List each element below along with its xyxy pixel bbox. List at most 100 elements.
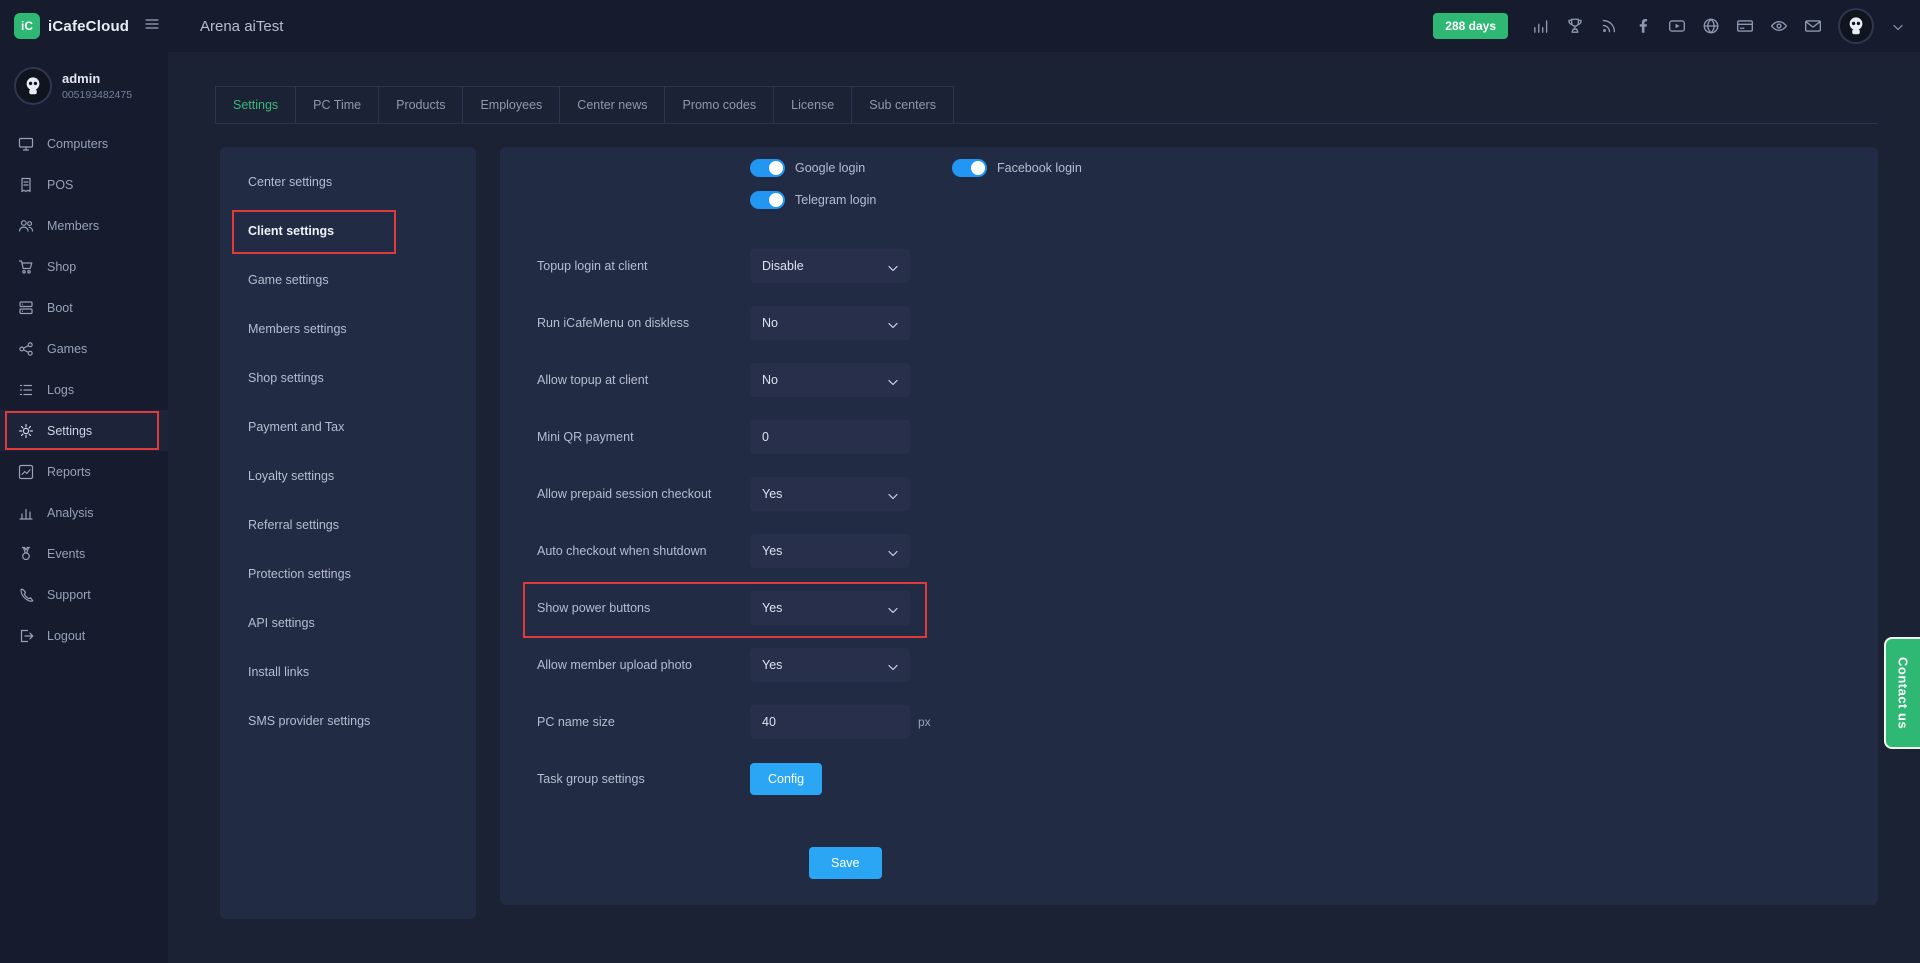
settings-nav-item-loyalty-settings[interactable]: Loyalty settings — [220, 451, 476, 500]
games-icon — [18, 341, 34, 357]
tab-license[interactable]: License — [773, 86, 852, 123]
row-label: Auto checkout when shutdown — [537, 544, 750, 558]
sidebar-item-settings[interactable]: Settings — [0, 410, 168, 451]
settings-nav-item-install-links[interactable]: Install links — [220, 647, 476, 696]
facebook-login-switch[interactable] — [952, 159, 987, 177]
save-button[interactable]: Save — [809, 847, 882, 879]
settings-nav-item-api-settings[interactable]: API settings — [220, 598, 476, 647]
sidebar-item-label: Support — [47, 588, 91, 602]
tab-products[interactable]: Products — [378, 86, 463, 123]
show-power-buttons-select[interactable]: Yes — [750, 591, 910, 625]
globe-icon-button[interactable] — [1702, 17, 1720, 35]
settings-nav-item-sms-provider-settings[interactable]: SMS provider settings — [220, 696, 476, 745]
allow-topup-at-client-select[interactable]: No — [750, 363, 910, 397]
app-root: iC iCafeCloud Arena aiTest 288 days — [0, 0, 1920, 963]
rss-icon-button[interactable] — [1600, 17, 1618, 35]
user-info: admin 005193482475 — [62, 71, 132, 101]
menu-icon[interactable] — [144, 16, 164, 36]
youtube-icon — [1668, 17, 1686, 35]
google-login-switch[interactable] — [750, 159, 785, 177]
sidebar-item-shop[interactable]: Shop — [0, 246, 168, 287]
sidebar-item-pos[interactable]: POS — [0, 164, 168, 205]
sidebar-item-label: Logs — [47, 383, 74, 397]
sidebar-item-members[interactable]: Members — [0, 205, 168, 246]
app-logo-icon: iC — [14, 13, 40, 39]
sidebar-item-label: Events — [47, 547, 85, 561]
mini-qr-payment-input[interactable] — [750, 420, 910, 454]
user-block: admin 005193482475 — [0, 52, 168, 117]
auto-checkout-when-shutdown-select[interactable]: Yes — [750, 534, 910, 568]
sidebar-item-label: Boot — [47, 301, 73, 315]
subscription-days-badge[interactable]: 288 days — [1433, 13, 1508, 39]
row-label: PC name size — [537, 715, 750, 729]
settings-nav-item-referral-settings[interactable]: Referral settings — [220, 500, 476, 549]
row-label: Topup login at client — [537, 259, 750, 273]
form-row-run-icafemenu-on-diskless: Run iCafeMenu on disklessNo — [537, 306, 1838, 340]
sidebar-item-label: POS — [47, 178, 73, 192]
trophy-icon — [1566, 17, 1584, 35]
sidebar-item-events[interactable]: Events — [0, 533, 168, 574]
settings-nav-label: Referral settings — [248, 518, 339, 532]
settings-nav-item-center-settings[interactable]: Center settings — [220, 157, 476, 206]
trophy-icon-button[interactable] — [1566, 17, 1584, 35]
settings-nav-label: API settings — [248, 616, 315, 630]
facebook-icon-button[interactable] — [1634, 17, 1652, 35]
reviews-icon-button[interactable] — [1770, 17, 1788, 35]
chevron-down-icon — [885, 488, 901, 504]
settings-nav-item-payment-and-tax[interactable]: Payment and Tax — [220, 402, 476, 451]
topbar-right: 288 days — [1433, 8, 1920, 44]
sidebar-item-logout[interactable]: Logout — [0, 615, 168, 656]
tab-sub-centers[interactable]: Sub centers — [851, 86, 954, 123]
logs-icon — [18, 382, 34, 398]
settings-nav-label: Payment and Tax — [248, 420, 344, 434]
sidebar-item-analysis[interactable]: Analysis — [0, 492, 168, 533]
tab-center-news[interactable]: Center news — [559, 86, 665, 123]
page-title: Arena aiTest — [200, 18, 283, 35]
mail-icon-button[interactable] — [1804, 17, 1822, 35]
sidebar-item-computers[interactable]: Computers — [0, 123, 168, 164]
row-label: Run iCafeMenu on diskless — [537, 316, 750, 330]
stats-icon-button[interactable] — [1532, 17, 1550, 35]
settings-nav-item-shop-settings[interactable]: Shop settings — [220, 353, 476, 402]
settings-nav-item-protection-settings[interactable]: Protection settings — [220, 549, 476, 598]
card-icon-button[interactable] — [1736, 17, 1754, 35]
pc-name-size-input[interactable] — [750, 705, 910, 739]
run-icafemenu-on-diskless-select[interactable]: No — [750, 306, 910, 340]
chevron-down-icon — [885, 545, 901, 561]
settings-nav-item-members-settings[interactable]: Members settings — [220, 304, 476, 353]
tab-settings[interactable]: Settings — [215, 86, 296, 123]
logout-icon — [18, 628, 34, 644]
telegram-login-switch[interactable] — [750, 191, 785, 209]
avatar-chevron-icon[interactable] — [1890, 19, 1904, 33]
tab-pc-time[interactable]: PC Time — [295, 86, 379, 123]
cart-icon — [18, 259, 34, 275]
sidebar-item-label: Logout — [47, 629, 85, 643]
sidebar-item-boot[interactable]: Boot — [0, 287, 168, 328]
sidebar-item-reports[interactable]: Reports — [0, 451, 168, 492]
row-label: Allow member upload photo — [537, 658, 750, 672]
row-label: Task group settings — [537, 772, 750, 786]
settings-nav-label: Shop settings — [248, 371, 324, 385]
topbar-avatar[interactable] — [1838, 8, 1874, 44]
tab-promo-codes[interactable]: Promo codes — [664, 86, 774, 123]
chevron-down-icon — [885, 260, 901, 276]
sidebar: admin 005193482475 Computers POS MembersSh… — [0, 52, 168, 963]
youtube-icon-button[interactable] — [1668, 17, 1686, 35]
form-row-topup-login-at-client: Topup login at clientDisable — [537, 249, 1838, 283]
sidebar-item-support[interactable]: Support — [0, 574, 168, 615]
skull-avatar-icon — [18, 71, 48, 101]
settings-nav-label: Center settings — [248, 175, 332, 189]
settings-nav-item-game-settings[interactable]: Game settings — [220, 255, 476, 304]
settings-nav-item-client-settings[interactable]: Client settings — [220, 206, 476, 255]
allow-member-upload-photo-select[interactable]: Yes — [750, 648, 910, 682]
topup-login-at-client-select[interactable]: Disable — [750, 249, 910, 283]
boot-icon — [18, 300, 34, 316]
sidebar-item-games[interactable]: Games — [0, 328, 168, 369]
sidebar-item-logs[interactable]: Logs — [0, 369, 168, 410]
tab-employees[interactable]: Employees — [462, 86, 560, 123]
config-button[interactable]: Config — [750, 763, 822, 795]
rss-icon — [1600, 17, 1618, 35]
contact-us-tab[interactable]: Contact us — [1884, 637, 1920, 749]
settings-nav-label: Game settings — [248, 273, 329, 287]
allow-prepaid-session-checkout-select[interactable]: Yes — [750, 477, 910, 511]
